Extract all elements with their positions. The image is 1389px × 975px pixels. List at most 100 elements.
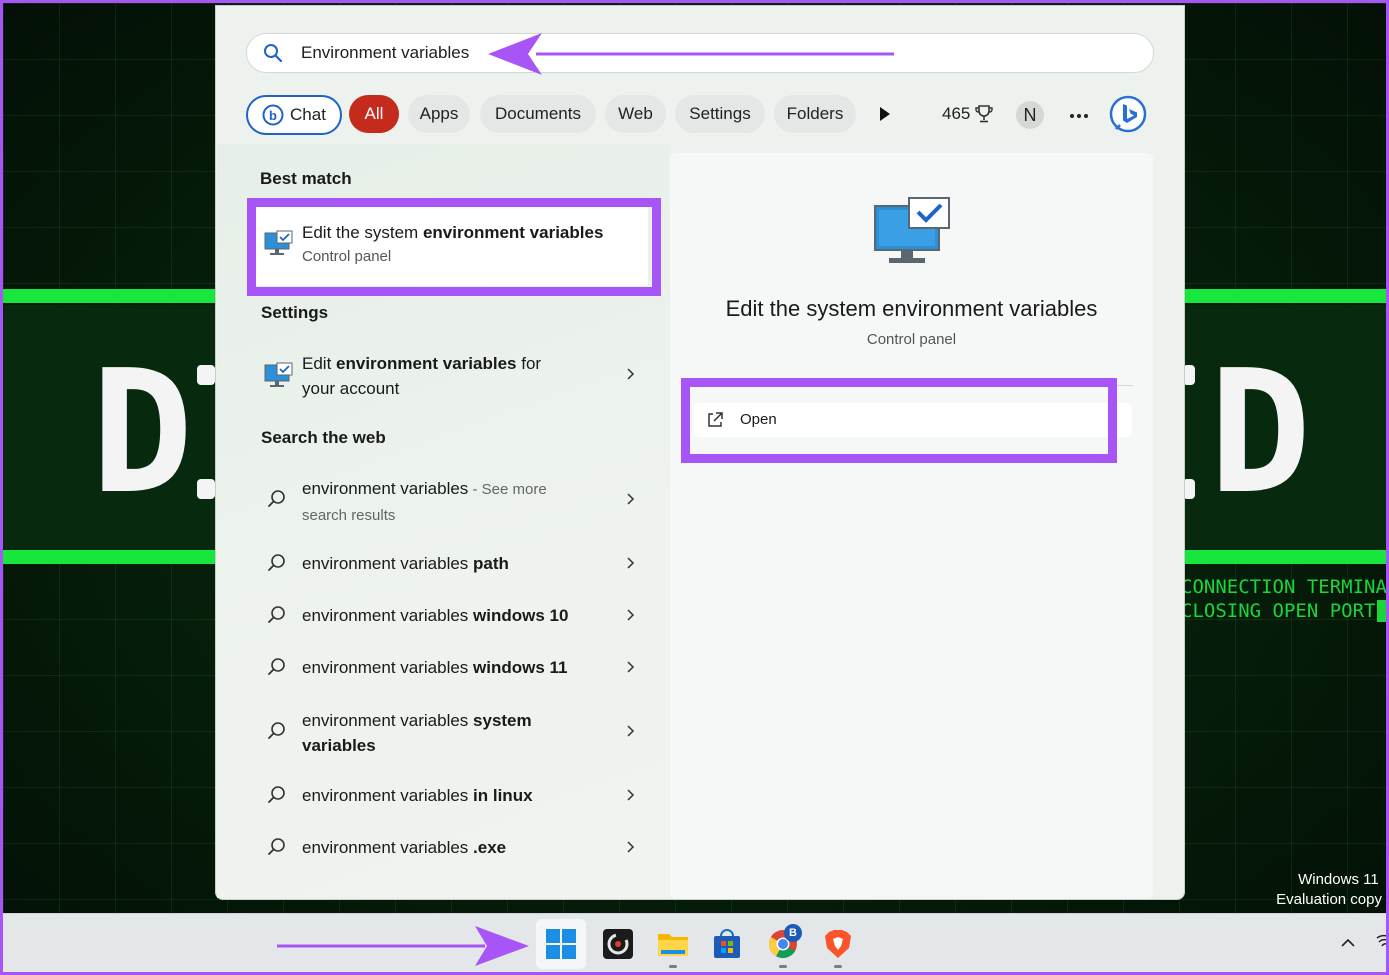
settings-text-bold: environment variables xyxy=(336,354,517,373)
running-indicator xyxy=(834,965,842,968)
web-result-bold: path xyxy=(473,554,509,573)
bing-icon[interactable] xyxy=(1108,95,1148,135)
filter-settings[interactable]: Settings xyxy=(675,95,765,133)
settings-heading: Settings xyxy=(261,303,329,322)
web-result-line2: search results xyxy=(302,507,396,524)
search-icon xyxy=(268,554,285,571)
bing-chat-icon: b xyxy=(262,104,284,126)
web-result-plain: environment variables xyxy=(302,786,474,805)
terminal-line: CLOSING OPEN PORTS xyxy=(1181,600,1387,622)
file-explorer-icon[interactable] xyxy=(657,928,689,960)
search-icon xyxy=(268,786,285,803)
annotation-arrow-left xyxy=(488,33,894,75)
filter-label: Folders xyxy=(786,104,844,123)
search-web-heading: Search the web xyxy=(261,428,386,447)
wallpaper-glyph-bit xyxy=(197,365,215,385)
running-indicator xyxy=(669,965,677,968)
watermark-line: Windows 11 xyxy=(1298,871,1379,888)
search-icon xyxy=(268,490,285,507)
filter-label: Apps xyxy=(419,104,459,123)
web-result-text: environment variables .exe xyxy=(302,835,506,860)
trophy-icon xyxy=(975,105,994,123)
web-result-plain: environment variables xyxy=(302,838,474,857)
web-result-text: environment variables windows 11 xyxy=(302,655,568,680)
web-result-plain: environment variables xyxy=(302,479,469,498)
web-result-bold: windows 10 xyxy=(473,606,569,625)
preview-title: Edit the system environment variables xyxy=(725,296,1098,321)
system-properties-icon xyxy=(264,362,293,387)
search-panel: Environment variables b Chat All Apps Do… xyxy=(215,5,1185,900)
chevron-right-icon xyxy=(627,557,635,569)
web-result-bold: windows 11 xyxy=(473,658,568,677)
web-result-bold: system xyxy=(473,711,532,730)
search-icon xyxy=(268,722,285,739)
rewards-points[interactable]: 465 xyxy=(942,95,994,133)
wifi-icon[interactable] xyxy=(1375,934,1387,950)
app-icon[interactable] xyxy=(602,928,634,960)
more-filters-icon[interactable] xyxy=(878,106,892,122)
chevron-right-icon xyxy=(627,841,635,853)
rewards-count: 465 xyxy=(942,104,971,123)
chevron-right-icon xyxy=(627,661,635,673)
annotation-arrow-right xyxy=(277,926,529,966)
more-options-icon[interactable] xyxy=(1069,113,1089,119)
settings-text-post: for xyxy=(516,354,542,373)
web-result-text: environment variables windows 10 xyxy=(302,603,568,628)
chevron-up-icon[interactable] xyxy=(1340,937,1356,949)
svg-text:b: b xyxy=(269,108,277,123)
profile-initial: N xyxy=(1023,104,1037,125)
wallpaper-letter-left: D xyxy=(91,334,194,532)
filter-folders[interactable]: Folders xyxy=(774,95,856,133)
web-result-plain: environment variables xyxy=(302,554,474,573)
wallpaper-glyph-bit xyxy=(197,479,215,499)
filter-chat[interactable]: b Chat xyxy=(246,95,342,135)
web-result-bold: .exe xyxy=(473,838,507,857)
web-result-plain: environment variables xyxy=(302,606,474,625)
start-icon[interactable] xyxy=(545,928,577,960)
desktop-screen: D D CONNECTION TERMINAT CLOSING OPEN PORT… xyxy=(0,0,1389,975)
web-result-text: environment variables system variables xyxy=(302,708,532,758)
web-result-text: environment variables - See more search r… xyxy=(302,476,547,528)
chevron-right-icon xyxy=(627,789,635,801)
best-match-heading: Best match xyxy=(260,169,352,188)
terminal-line: CONNECTION TERMINAT xyxy=(1181,576,1389,598)
search-icon xyxy=(268,606,285,623)
settings-text-pre: Edit xyxy=(302,354,337,373)
store-icon[interactable] xyxy=(711,928,743,960)
filter-label: Chat xyxy=(290,105,326,124)
web-result-plain: environment variables xyxy=(302,658,474,677)
web-result-bold: in linux xyxy=(473,786,533,805)
chrome-badge: B xyxy=(784,924,802,942)
brave-icon[interactable] xyxy=(822,928,854,960)
search-icon xyxy=(268,838,285,855)
filter-label: Documents xyxy=(495,104,581,123)
chevron-right-icon xyxy=(627,725,635,737)
terminal-text: CONNECTION TERMINAT CLOSING OPEN PORTS xyxy=(1181,575,1389,623)
settings-result-text: Edit environment variables for your accou… xyxy=(302,351,541,401)
taskbar: B xyxy=(3,913,1387,972)
preview-pane: Edit the system environment variables Co… xyxy=(670,153,1153,899)
filter-apps[interactable]: Apps xyxy=(408,95,470,133)
web-result-extra: - See more xyxy=(468,481,547,498)
web-result-plain: environment variables xyxy=(302,711,474,730)
filter-label: All xyxy=(364,104,384,123)
preview-subtitle: Control panel xyxy=(866,331,957,348)
system-properties-large-icon xyxy=(874,197,950,263)
chevron-right-icon xyxy=(627,368,635,380)
wallpaper-letter-right: D xyxy=(1209,334,1312,532)
chevron-right-icon xyxy=(627,609,635,621)
settings-text-line2: your account xyxy=(302,379,400,398)
profile-avatar[interactable]: N xyxy=(1016,101,1044,129)
search-icon xyxy=(264,44,283,63)
filter-documents[interactable]: Documents xyxy=(480,95,596,133)
web-result-text: environment variables in linux xyxy=(302,783,533,808)
search-input[interactable]: Environment variables xyxy=(301,43,469,63)
highlight-box-best-match xyxy=(247,198,661,296)
chevron-right-icon xyxy=(627,493,635,505)
watermark-line: Evaluation copy xyxy=(1276,891,1382,908)
filter-label: Web xyxy=(618,104,653,123)
filter-all[interactable]: All xyxy=(349,95,399,133)
filter-web[interactable]: Web xyxy=(605,95,666,133)
highlight-box-open xyxy=(681,378,1117,463)
search-icon xyxy=(268,658,285,675)
